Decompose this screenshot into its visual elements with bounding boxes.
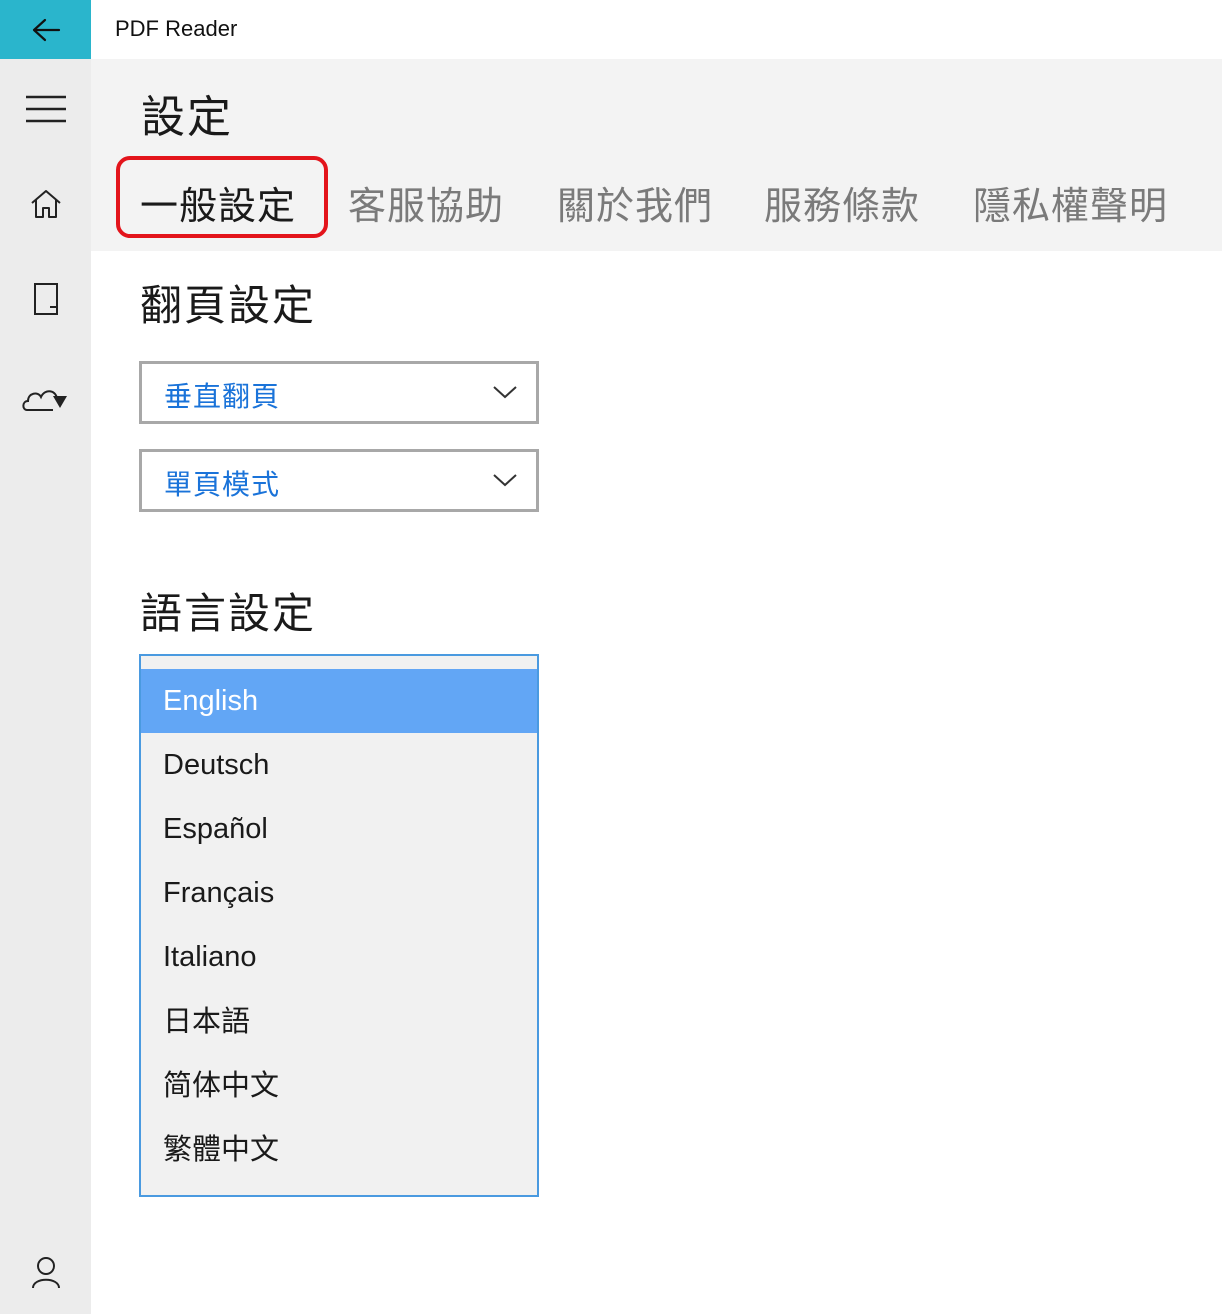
language-option[interactable]: 繁體中文 (141, 1117, 537, 1181)
home-icon (30, 190, 61, 218)
page-turn-direction-value: 垂直翻頁 (164, 380, 281, 413)
tab-privacy[interactable]: 隱私權聲明 (973, 175, 1168, 230)
tab-about[interactable]: 關於我們 (557, 175, 713, 230)
language-option[interactable]: Deutsch (141, 733, 537, 797)
app-title: PDF Reader (115, 16, 238, 41)
user-icon (31, 1257, 60, 1289)
tab-terms[interactable]: 服務條款 (764, 175, 920, 230)
nav-home[interactable] (0, 169, 91, 239)
tab-support[interactable]: 客服協助 (348, 175, 504, 230)
nav-cloud-download[interactable] (0, 364, 91, 434)
chevron-down-icon (493, 386, 517, 399)
language-option[interactable]: Español (141, 797, 537, 861)
app-window: PDF Reader 設定 一般設定 客服協助 關於我們 服務條款 隱私權聲明 … (0, 0, 1222, 1314)
settings-header: 設定 一般設定 客服協助 關於我們 服務條款 隱私權聲明 (91, 59, 1222, 251)
language-title: 語言設定 (140, 589, 317, 638)
nav-document[interactable] (0, 264, 91, 334)
page-mode-value: 單頁模式 (164, 468, 281, 501)
page-turn-title: 翻頁設定 (140, 281, 317, 330)
arrow-left-icon (32, 18, 60, 41)
active-tab-highlight (116, 156, 328, 238)
document-icon (33, 283, 58, 315)
page-turn-direction-select[interactable]: 垂直翻頁 (139, 361, 539, 424)
menu-button[interactable] (0, 74, 91, 144)
language-option[interactable]: English (141, 669, 537, 733)
language-option[interactable]: 日本語 (141, 989, 537, 1053)
nav-account[interactable] (0, 1237, 91, 1307)
title-bar: PDF Reader (0, 0, 1222, 59)
cloud-download-icon (21, 390, 67, 411)
back-button[interactable] (0, 0, 91, 59)
nav-rail (0, 59, 91, 1314)
language-option[interactable]: Italiano (141, 925, 537, 989)
page-title: 設定 (141, 92, 233, 143)
page-mode-select[interactable]: 單頁模式 (139, 449, 539, 512)
language-list[interactable]: English Deutsch Español Français Italian… (139, 654, 539, 1197)
language-option[interactable]: Français (141, 861, 537, 925)
language-option[interactable]: 简体中文 (141, 1053, 537, 1117)
chevron-down-icon (493, 474, 517, 487)
hamburger-menu-icon (25, 95, 66, 123)
